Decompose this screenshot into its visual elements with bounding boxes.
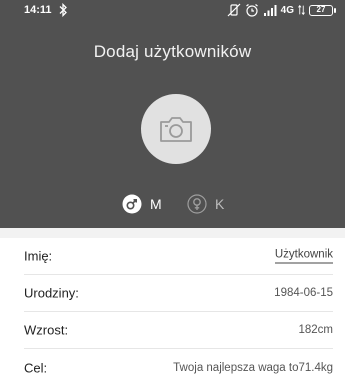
alarm-icon [245,4,258,17]
signal-icon [263,5,277,16]
data-activity-icon [298,4,305,16]
birthday-value: 1984-06-15 [274,287,333,299]
birthday-label: Urodziny: [24,285,79,301]
battery-icon: 27 [309,4,336,16]
user-form: Imię: Użytkownik Urodziny: 1984-06-15 Wz… [0,238,345,382]
status-bar: 14:11 4G 27 [0,0,345,22]
section-divider [0,228,345,238]
female-icon [187,194,207,214]
male-icon [122,194,142,214]
goal-label: Cel: [24,360,48,375]
goal-value: Twoja najlepsza waga to71.4kg [173,361,333,374]
form-row-goal[interactable]: Cel: Twoja najlepsza waga to71.4kg [24,349,333,382]
page-title: Dodaj użytkowników [93,42,252,61]
gender-selector: M K [0,194,345,218]
header: 14:11 4G 27 Dodaj użytkowników M K [0,0,345,228]
height-value: 182cm [298,324,333,336]
bluetooth-icon [59,3,67,17]
status-icons: 4G 27 [227,3,336,17]
gender-label-male: M [150,196,162,212]
vibrate-off-icon [227,3,241,17]
gender-option-male[interactable]: M [122,194,162,214]
height-label: Wzrost: [24,322,69,338]
status-time: 14:11 [24,4,52,16]
name-input[interactable]: Użytkownik [274,249,333,264]
avatar-photo-button[interactable] [141,94,211,164]
form-row-birthday[interactable]: Urodziny: 1984-06-15 [24,275,333,312]
network-type: 4G [280,4,294,16]
gender-label-female: K [215,196,225,212]
form-row-height[interactable]: Wzrost: 182cm [24,312,333,349]
name-label: Imię: [24,248,53,264]
form-row-name[interactable]: Imię: Użytkownik [24,238,333,275]
gender-option-female[interactable]: K [187,194,224,214]
camera-icon [160,117,192,142]
